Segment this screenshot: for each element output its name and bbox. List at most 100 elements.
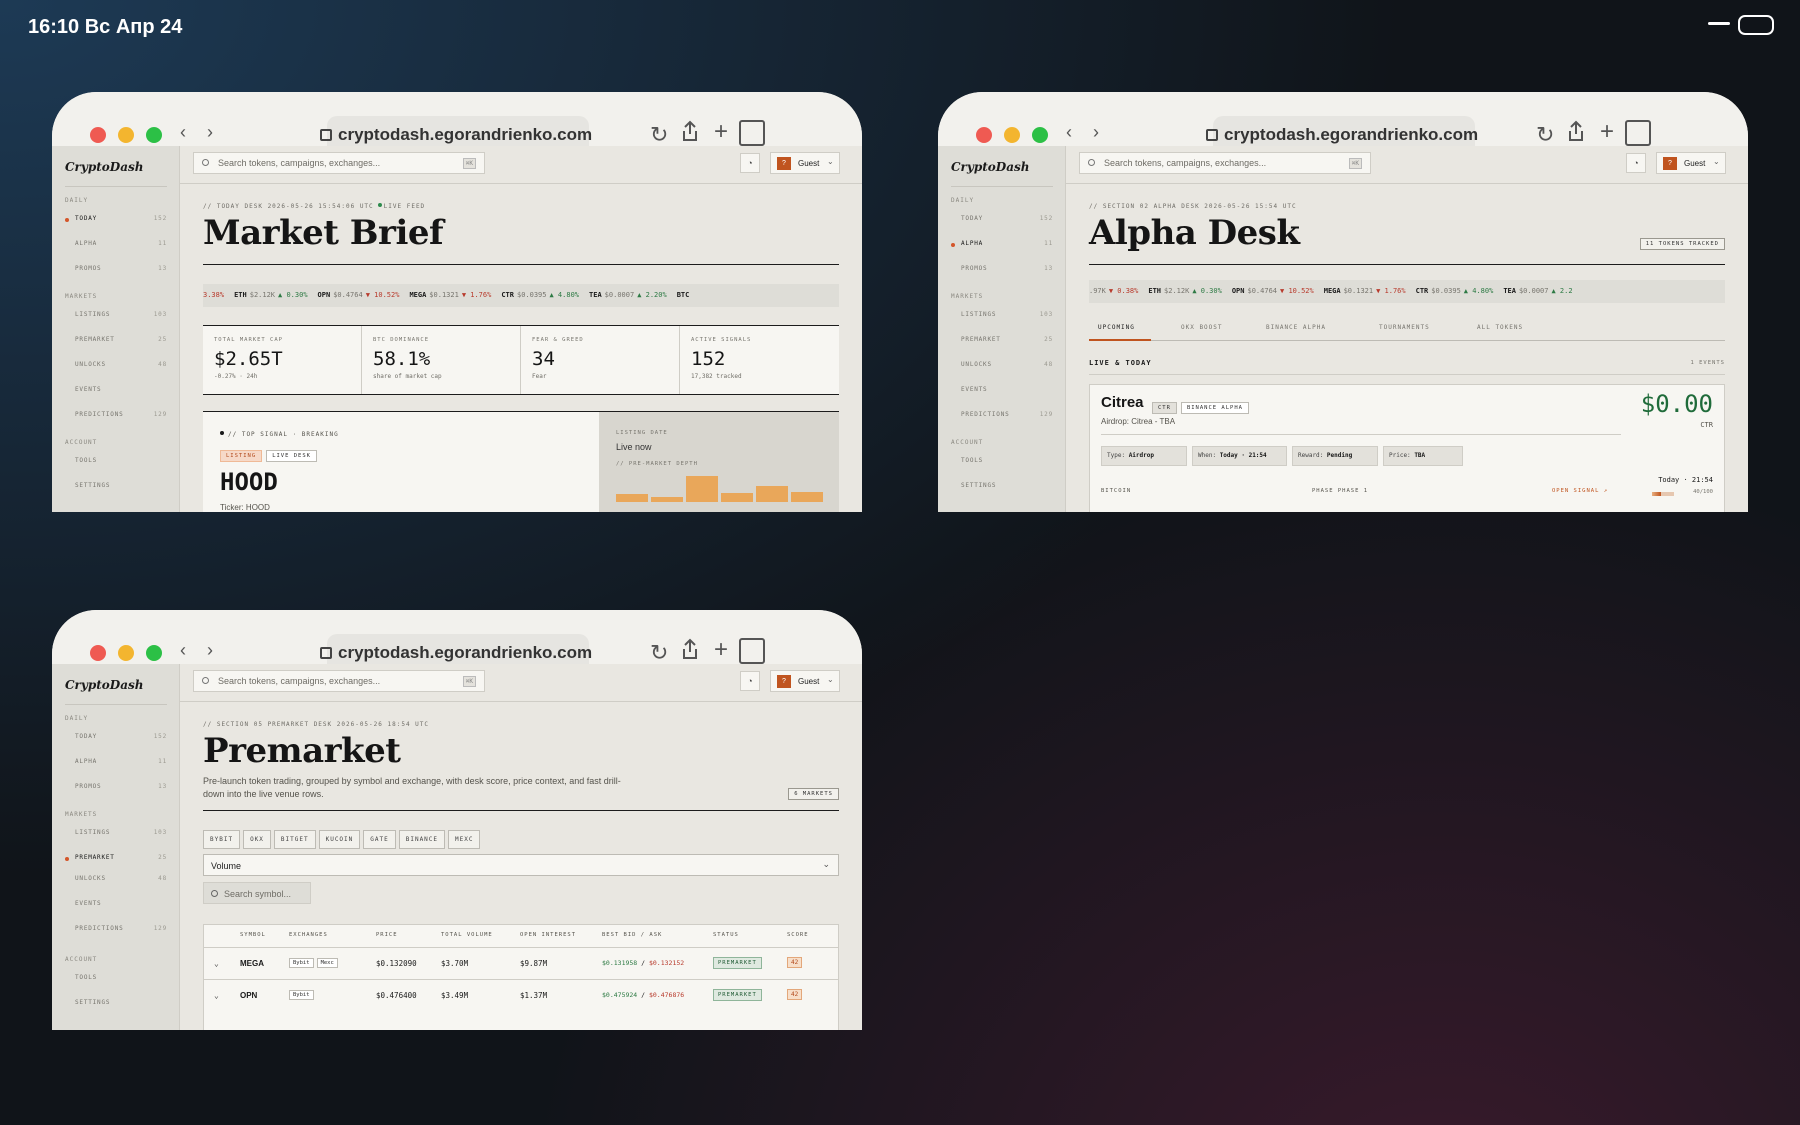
sidebar-item-premarket[interactable]: PREMARKET 25 [65,854,167,866]
close-window-button[interactable] [90,645,106,661]
reload-icon[interactable]: ↻ [650,640,668,666]
filter-gate[interactable]: GATE [363,830,396,849]
table-row[interactable]: ⌄ MEGA Bybit Mexc $0.132090 $3.70M $9.87M… [204,947,838,979]
new-tab-icon[interactable]: + [714,636,728,664]
maximize-window-button[interactable] [146,127,162,143]
tab-all-tokens[interactable]: ALL TOKENS [1477,324,1523,331]
col-status[interactable]: STATUS [713,932,739,938]
sidebar-item-promos[interactable]: PROMOS 13 [65,265,167,277]
col-open-interest[interactable]: OPEN INTEREST [520,932,576,938]
back-forward-icon[interactable]: ‹ › [180,122,221,143]
sidebar-item-predictions[interactable]: PREDICTIONS 129 [65,925,167,937]
sidebar-item-alpha[interactable]: ALPHA 11 [65,758,167,770]
sidebar-item-unlocks[interactable]: UNLOCKS 48 [65,875,167,887]
sidebar-item-listings[interactable]: LISTINGS 103 [65,311,167,323]
ticker-item[interactable]: MEGA $0.1321 ▼ 1.76% [409,284,491,307]
user-menu-button[interactable]: ? Guest ⌄ [770,670,840,692]
sidebar-item-tools[interactable]: TOOLS [951,457,1053,469]
tab-binance-alpha[interactable]: BINANCE ALPHA [1266,324,1326,331]
col-bid-ask[interactable]: BEST BID / ASK [602,932,662,938]
event-card[interactable]: Citrea CTR BINANCE ALPHA Airdrop: Citrea … [1089,384,1725,512]
symbol-search-input[interactable]: Search symbol... [203,882,311,904]
minimize-window-button[interactable] [118,127,134,143]
user-menu-button[interactable]: ? Guest ⌄ [1656,152,1726,174]
sidebar-item-alpha[interactable]: ALPHA 11 [65,240,167,252]
ticker-item[interactable]: 3.38% [203,284,224,307]
ticker-item[interactable]: CTR $0.0395 ▲ 4.80% [501,284,579,307]
search-input[interactable]: Search tokens, campaigns, exchanges... ⌘K [193,670,485,692]
sidebar-item-settings[interactable]: SETTINGS [65,999,167,1011]
sidebar-item-today[interactable]: TODAY 152 [65,215,167,227]
sidebar-item-tools[interactable]: TOOLS [65,457,167,469]
sidebar-item-settings[interactable]: SETTINGS [65,482,167,494]
filter-bitget[interactable]: BITGET [273,830,316,849]
url-text[interactable]: cryptodash.egorandrienko.com [320,643,592,663]
sidebar-item-tools[interactable]: TOOLS [65,974,167,986]
ticker-item[interactable]: ETH $2.12K ▲ 0.30% [234,284,307,307]
sidebar-item-events[interactable]: EVENTS [951,386,1053,398]
maximize-window-button[interactable] [1032,127,1048,143]
sidebar-item-alpha[interactable]: ALPHA 11 [951,240,1053,252]
back-forward-icon[interactable]: ‹ › [1066,122,1107,143]
tabs-overview-icon[interactable] [739,638,765,664]
col-score[interactable]: SCORE [787,932,809,938]
ticker-item[interactable]: MEGA $0.1321 ▼ 1.76% [1324,280,1406,303]
notifications-bell-icon[interactable]: ◔ [740,671,760,691]
filter-bybit[interactable]: BYBIT [203,830,241,849]
ticker-item[interactable]: ETH $2.12K ▲ 0.30% [1148,280,1221,303]
tabs-overview-icon[interactable] [739,120,765,146]
ticker-item[interactable]: BTC [677,284,693,307]
sidebar-item-events[interactable]: EVENTS [65,900,167,912]
col-price[interactable]: PRICE [376,932,398,938]
share-icon[interactable] [680,638,700,660]
sidebar-item-listings[interactable]: LISTINGS 103 [951,311,1053,323]
sidebar-item-unlocks[interactable]: UNLOCKS 48 [951,361,1053,373]
expand-chevron-icon[interactable]: ⌄ [214,959,219,968]
ticker-item[interactable]: OPN $0.4764 ▼ 10.52% [1232,280,1314,303]
sidebar-item-promos[interactable]: PROMOS 13 [951,265,1053,277]
sort-select[interactable]: Volume ⌄ [203,854,839,876]
url-text[interactable]: cryptodash.egorandrienko.com [1206,125,1478,145]
sidebar-item-premarket[interactable]: PREMARKET 25 [951,336,1053,348]
minimize-window-button[interactable] [118,645,134,661]
close-window-button[interactable] [90,127,106,143]
tab-upcoming[interactable]: UPCOMING [1098,324,1135,331]
sidebar-item-premarket[interactable]: PREMARKET 25 [65,336,167,348]
multitask-indicator[interactable] [1708,22,1730,25]
maximize-window-button[interactable] [146,645,162,661]
tab-okx-boost[interactable]: OKX BOOST [1181,324,1223,331]
ticker-item[interactable]: OPN $0.4764 ▼ 10.52% [318,284,400,307]
url-text[interactable]: cryptodash.egorandrienko.com [320,125,592,145]
reload-icon[interactable]: ↻ [1536,122,1554,148]
col-total-volume[interactable]: TOTAL VOLUME [441,932,493,938]
close-window-button[interactable] [976,127,992,143]
search-input[interactable]: Search tokens, campaigns, exchanges... ⌘K [1079,152,1371,174]
sidebar-item-predictions[interactable]: PREDICTIONS 129 [951,411,1053,423]
sidebar-item-unlocks[interactable]: UNLOCKS 48 [65,361,167,373]
search-input[interactable]: Search tokens, campaigns, exchanges... ⌘K [193,152,485,174]
share-icon[interactable] [680,120,700,142]
sidebar-item-today[interactable]: TODAY 152 [65,733,167,745]
sidebar-item-listings[interactable]: LISTINGS 103 [65,829,167,841]
app-logo[interactable]: CryptoDash [951,160,1029,174]
col-exchanges[interactable]: EXCHANGES [289,932,328,938]
filter-okx[interactable]: OKX [243,830,271,849]
minimize-window-button[interactable] [1004,127,1020,143]
ticker-item[interactable]: .97K ▼ 0.38% [1089,280,1138,303]
user-menu-button[interactable]: ? Guest ⌄ [770,152,840,174]
ticker-item[interactable]: TEA $0.0007 ▲ 2.20% [589,284,667,307]
sidebar-item-today[interactable]: TODAY 152 [951,215,1053,227]
filter-mexc[interactable]: MEXC [448,830,481,849]
reload-icon[interactable]: ↻ [650,122,668,148]
sidebar-item-settings[interactable]: SETTINGS [951,482,1053,494]
sidebar-item-promos[interactable]: PROMOS 13 [65,783,167,795]
new-tab-icon[interactable]: + [1600,118,1614,146]
share-icon[interactable] [1566,120,1586,142]
tabs-overview-icon[interactable] [1625,120,1651,146]
expand-chevron-icon[interactable]: ⌄ [214,991,219,1000]
open-signal-link[interactable]: OPEN SIGNAL ↗ [1552,488,1608,494]
top-signal-card[interactable]: // TOP SIGNAL · BREAKING LISTING LIVE DES… [203,411,839,512]
app-logo[interactable]: CryptoDash [65,678,143,692]
table-row[interactable]: ⌄ OPN Bybit $0.476400 $3.49M $1.37M $0.4… [204,979,838,1011]
notifications-bell-icon[interactable]: ◔ [740,153,760,173]
